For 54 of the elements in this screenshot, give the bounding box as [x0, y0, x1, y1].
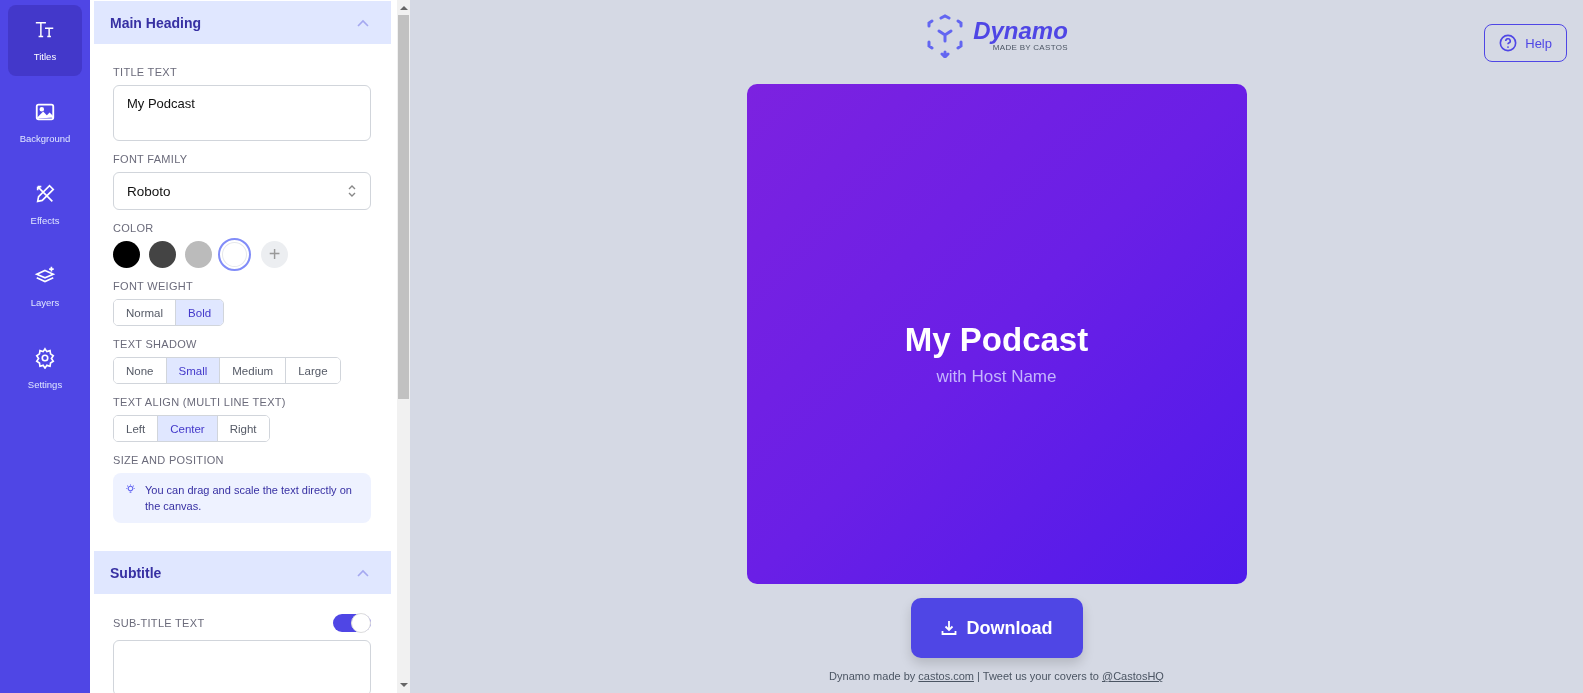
lightbulb-icon: [125, 484, 136, 495]
twitter-link[interactable]: @CastosHQ: [1102, 670, 1164, 682]
cube-logo-icon: [925, 13, 966, 58]
segment-button[interactable]: Bold: [176, 300, 224, 325]
field-label: TEXT ALIGN (MULTI LINE TEXT): [113, 396, 287, 408]
cover-title[interactable]: My Podcast: [904, 321, 1089, 359]
castos-link[interactable]: castos.com: [918, 670, 974, 682]
nav-item[interactable]: Layers: [8, 251, 82, 322]
field-label: COLOR: [113, 222, 155, 234]
pencil-ruler-icon: [34, 183, 56, 205]
logo-tagline: MADE BY CASTOS: [992, 43, 1068, 52]
color-swatch[interactable]: [113, 241, 140, 268]
nav-item[interactable]: Settings: [8, 333, 82, 404]
image-icon: [34, 101, 56, 123]
footer-text: Dynamo made by castos.com | Tweet us your covers to @CastosHQ: [829, 670, 1164, 682]
help-icon: [1499, 34, 1518, 52]
cover-canvas[interactable]: My Podcast with Host Name: [746, 84, 1247, 584]
field-label: TITLE TEXT: [113, 66, 178, 78]
scrollbar[interactable]: [397, 0, 410, 693]
subtitle-text-field[interactable]: [113, 640, 371, 693]
font-family-select[interactable]: Roboto: [113, 172, 371, 210]
section-header[interactable]: Subtitle: [94, 551, 391, 594]
scroll-down-icon[interactable]: [399, 683, 408, 688]
field-label: FONT FAMILY: [113, 153, 189, 165]
section-header[interactable]: Main Heading: [94, 1, 391, 44]
download-button[interactable]: Download: [910, 598, 1083, 658]
field-label: TEXT SHADOW: [113, 338, 198, 350]
logo-wordmark: Dynamo: [973, 19, 1068, 43]
segment-button[interactable]: None: [114, 358, 167, 383]
scrollbar-thumb[interactable]: [398, 15, 409, 399]
up-down-icon: [347, 183, 357, 199]
section-title: Subtitle: [110, 564, 162, 581]
field-label: SUB-TITLE TEXT: [113, 617, 205, 629]
download-icon: [940, 620, 957, 636]
segment-button[interactable]: Normal: [114, 300, 177, 325]
segment-button[interactable]: Center: [158, 416, 218, 441]
nav-item[interactable]: Titles: [8, 5, 82, 76]
segment-button[interactable]: Left: [114, 416, 159, 441]
color-swatch[interactable]: [218, 238, 251, 271]
toggle-switch[interactable]: [333, 614, 371, 632]
cover-subtitle[interactable]: with Host Name: [936, 367, 1057, 387]
field-label: FONT WEIGHT: [113, 280, 195, 292]
color-swatch[interactable]: [185, 241, 212, 268]
field-label: SIZE AND POSITION: [113, 454, 225, 466]
hint-text: You can drag and scale the text directly on the canvas.: [145, 483, 353, 514]
help-button[interactable]: Help: [1484, 24, 1567, 62]
title-text-field[interactable]: My Podcast: [113, 85, 371, 141]
scroll-up-icon[interactable]: [399, 5, 408, 10]
color-swatch[interactable]: [149, 241, 176, 268]
section-title: Main Heading: [110, 14, 201, 31]
settings-icon: [34, 347, 56, 369]
nav-item[interactable]: Effects: [8, 169, 82, 240]
nav-item[interactable]: Background: [8, 87, 82, 158]
segment-button[interactable]: Small: [166, 358, 221, 383]
